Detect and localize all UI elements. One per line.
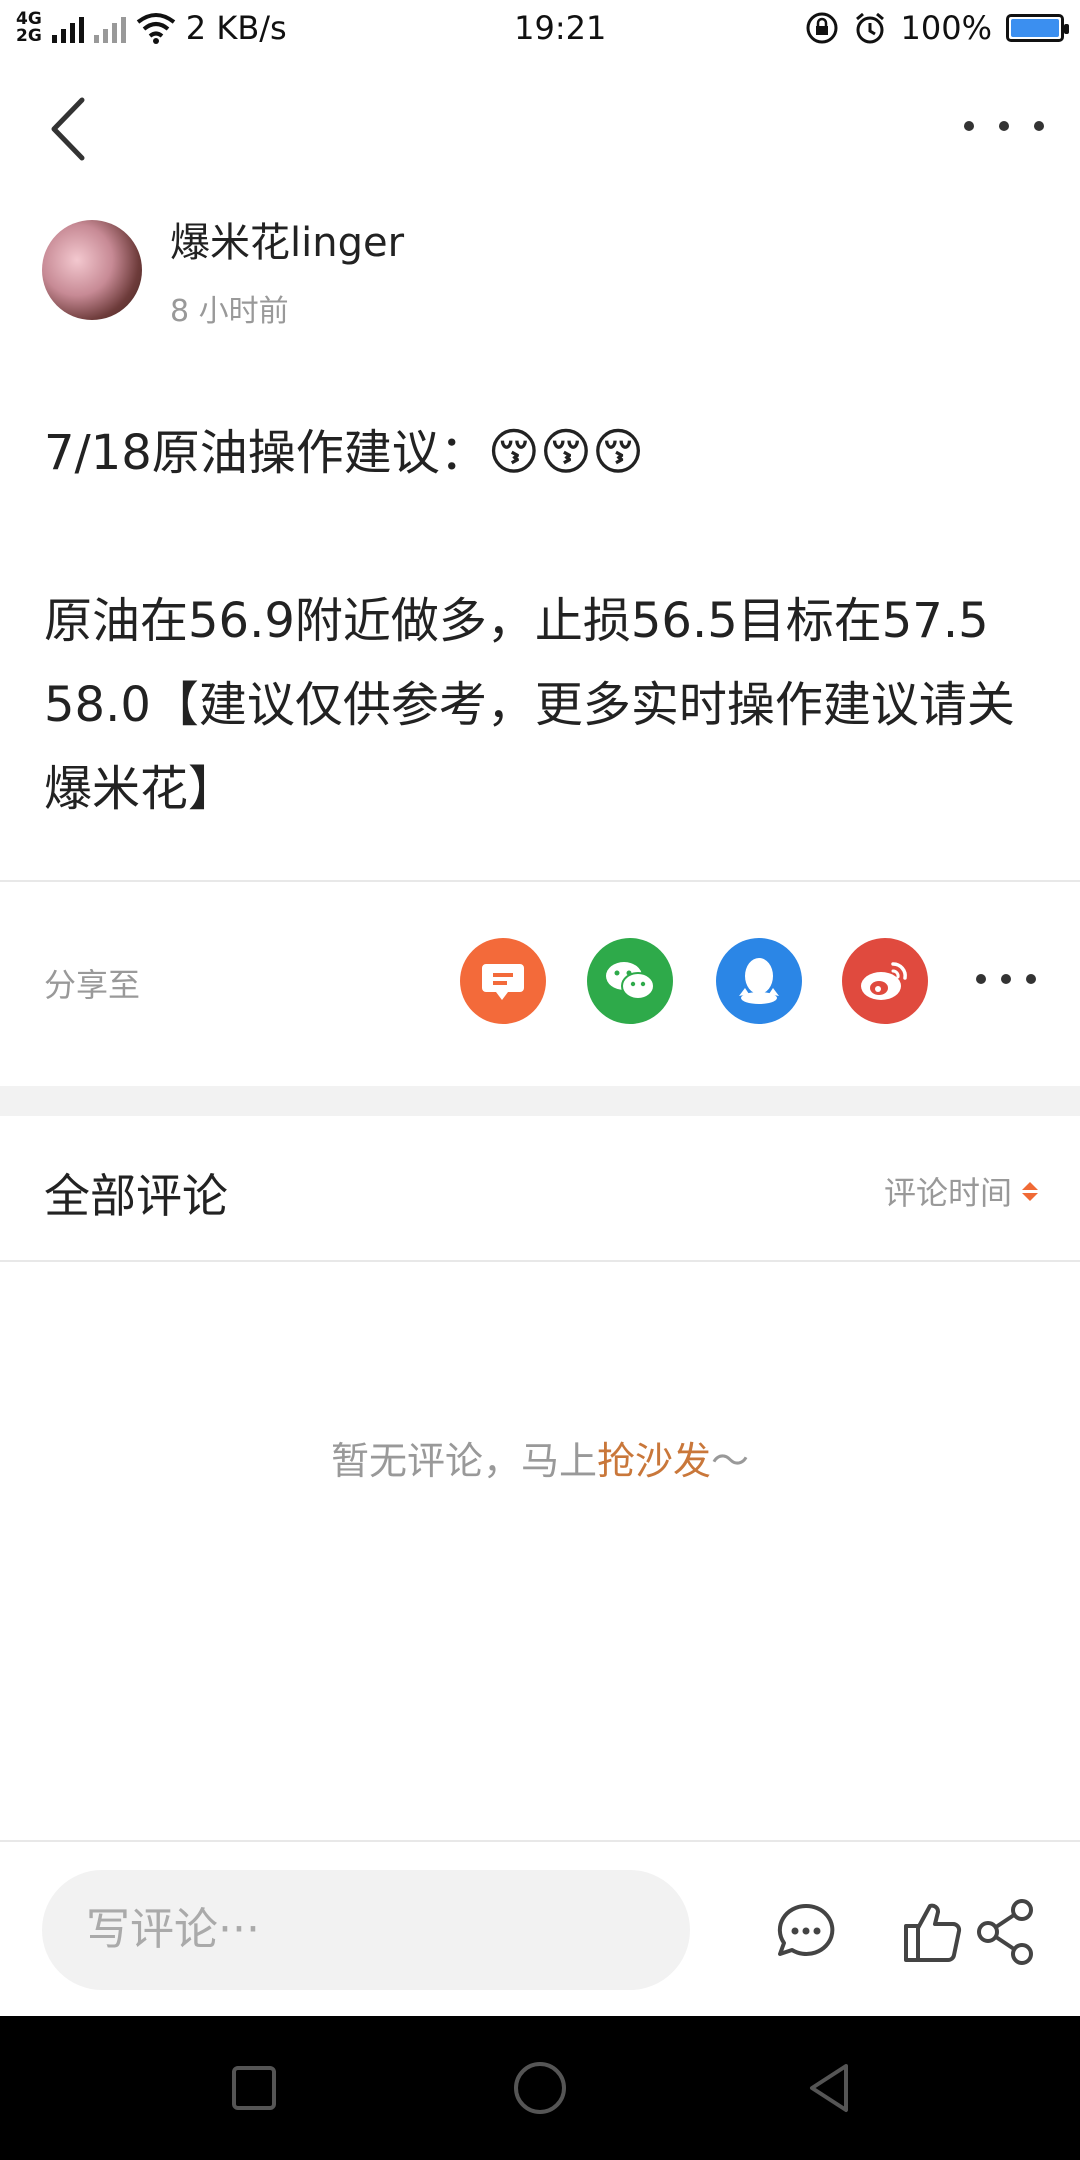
dot-icon xyxy=(964,121,974,131)
author-name[interactable]: 爆米花linger xyxy=(170,210,404,268)
recent-apps-button[interactable] xyxy=(224,2058,284,2118)
wifi-icon xyxy=(136,13,176,44)
triangle-back-icon xyxy=(810,2064,848,2112)
divider xyxy=(0,1260,1080,1262)
signal-2-icon xyxy=(93,13,126,43)
share-message-button[interactable] xyxy=(460,938,546,1024)
divider xyxy=(0,880,1080,882)
sort-label: 评论时间 xyxy=(883,1174,1012,1212)
wechat-icon xyxy=(606,962,655,1000)
post-time: 8 小时前 xyxy=(170,294,289,329)
empty-text: 暂无评论，马上 xyxy=(330,1439,597,1483)
like-button[interactable] xyxy=(896,1894,972,1970)
status-time: 19:21 xyxy=(514,9,607,47)
empty-suffix: ～ xyxy=(711,1439,750,1483)
thumbs-up-icon xyxy=(904,1903,962,1962)
message-icon xyxy=(482,964,524,1000)
comment-bubble-icon xyxy=(777,1903,835,1956)
status-bar: 4G 2G 2 KB/s 19:21 100% xyxy=(0,0,1080,56)
comments-title: 全部评论 xyxy=(44,1169,228,1223)
share-button[interactable] xyxy=(968,1894,1044,1970)
comments-button[interactable] xyxy=(768,1894,844,1970)
chevron-left-icon xyxy=(51,97,85,161)
sort-arrows-icon xyxy=(1022,1181,1038,1201)
share-row: 分享至 xyxy=(0,930,1080,1030)
post-title-text: 7/18原油操作建议： xyxy=(44,425,488,481)
post-content: 7/18原油操作建议：😚😚😚 原油在56.9附近做多，止损56.5目标在57.5… xyxy=(44,410,1044,831)
dot-icon xyxy=(1001,974,1011,984)
dot-icon xyxy=(976,974,986,984)
circle-icon xyxy=(514,2062,566,2114)
grab-sofa-link[interactable]: 抢沙发 xyxy=(597,1439,711,1483)
alarm-icon xyxy=(855,12,884,44)
share-icon xyxy=(977,1899,1033,1965)
comment-input[interactable]: 写评论··· xyxy=(42,1870,690,1990)
back-button[interactable] xyxy=(40,94,100,164)
more-options-button[interactable] xyxy=(964,106,1044,146)
status-right: 100% xyxy=(805,9,1069,47)
network-type: 4G 2G xyxy=(16,9,42,46)
share-more-button[interactable] xyxy=(976,972,1036,986)
dot-icon xyxy=(999,121,1009,131)
share-label: 分享至 xyxy=(44,966,141,1004)
battery-icon xyxy=(1006,14,1069,42)
share-qq-button[interactable] xyxy=(716,938,802,1024)
section-separator xyxy=(0,1086,1080,1116)
home-button[interactable] xyxy=(510,2058,570,2118)
battery-percent: 100% xyxy=(900,9,992,47)
post-title: 7/18原油操作建议：😚😚😚 xyxy=(44,410,1044,495)
dot-icon xyxy=(1034,121,1044,131)
bottom-action-bar: 写评论··· xyxy=(0,1840,1080,2016)
share-weibo-button[interactable] xyxy=(842,938,928,1024)
network-speed: 2 KB/s xyxy=(185,9,287,47)
rotation-lock-icon xyxy=(806,12,838,44)
share-wechat-button[interactable] xyxy=(587,938,673,1024)
kissing-face-emoji: 😚😚😚 xyxy=(487,423,645,481)
author-block: 爆米花linger 8 小时前 xyxy=(42,210,404,330)
author-info: 爆米花linger 8 小时前 xyxy=(170,210,404,330)
empty-comments-message: 暂无评论，马上抢沙发～ xyxy=(0,1430,1080,1485)
dot-icon xyxy=(1026,974,1036,984)
comments-header: 全部评论 评论时间 xyxy=(0,1116,1080,1260)
system-nav-bar xyxy=(0,2016,1080,2160)
signal-icon xyxy=(51,13,84,43)
system-back-button[interactable] xyxy=(800,2058,860,2118)
square-icon xyxy=(232,2066,276,2110)
weibo-icon xyxy=(861,962,907,1000)
sort-by-time-button[interactable]: 评论时间 xyxy=(884,1168,1038,1214)
qq-icon xyxy=(739,958,779,1004)
post-body: 原油在56.9附近做多，止损56.5目标在57.5 58.0【建议仅供参考，更多… xyxy=(44,593,1015,817)
top-nav xyxy=(0,66,1080,186)
avatar[interactable] xyxy=(42,220,142,320)
